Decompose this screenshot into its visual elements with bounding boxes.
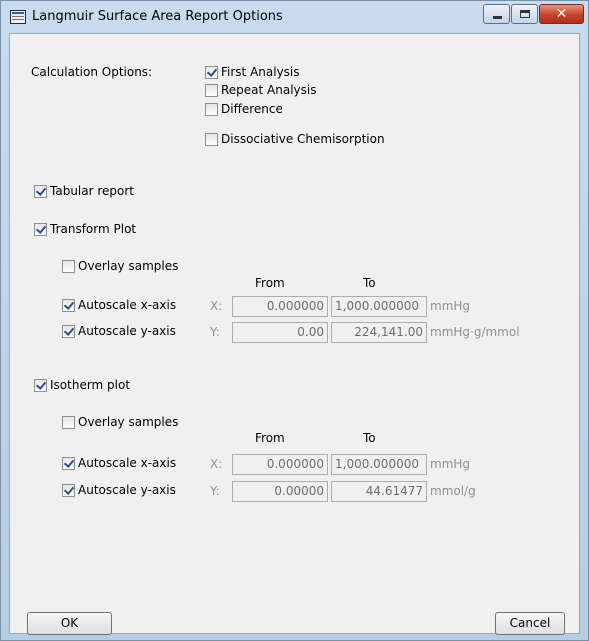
repeat-analysis-checkbox[interactable]: Repeat Analysis	[205, 83, 317, 97]
transform-overlay-samples-checkbox[interactable]: Overlay samples	[62, 259, 178, 273]
maximize-button[interactable]	[511, 4, 538, 24]
isotherm-overlay-samples-checkbox[interactable]: Overlay samples	[62, 415, 178, 429]
isotherm-autoscale-x-label: Autoscale x-axis	[78, 456, 177, 470]
checkbox-checked-icon	[62, 298, 75, 312]
checkbox-unchecked-icon	[62, 415, 75, 429]
isotherm-overlay-samples-label: Overlay samples	[78, 415, 179, 429]
isotherm-autoscale-y-label: Autoscale y-axis	[78, 483, 176, 497]
window-controls: ✕	[483, 4, 584, 24]
checkbox-checked-icon	[62, 483, 75, 497]
dissociative-chemisorption-label: Dissociative Chemisorption	[221, 132, 385, 146]
tabular-report-label: Tabular report	[50, 184, 135, 198]
transform-autoscale-y-label: Autoscale y-axis	[78, 324, 176, 338]
first-analysis-checkbox[interactable]: First Analysis	[205, 65, 300, 79]
transform-plot-checkbox[interactable]: Transform Plot	[34, 222, 136, 236]
isotherm-to-header: To	[363, 431, 376, 445]
transform-to-header: To	[363, 276, 376, 290]
transform-overlay-samples-label: Overlay samples	[78, 259, 179, 273]
isotherm-y-to-field[interactable]: 44.61477	[331, 481, 427, 502]
checkbox-checked-icon	[205, 65, 218, 79]
close-button[interactable]: ✕	[539, 4, 584, 24]
cancel-button[interactable]: Cancel	[495, 612, 565, 635]
transform-x-to-field[interactable]: 1,000.000000	[331, 296, 427, 317]
isotherm-y-unit: mmol/g	[430, 484, 476, 498]
difference-checkbox[interactable]: Difference	[205, 102, 283, 116]
checkbox-checked-icon	[34, 222, 47, 236]
first-analysis-label: First Analysis	[221, 65, 300, 79]
isotherm-from-header: From	[255, 431, 285, 445]
ok-button[interactable]: OK	[27, 612, 112, 635]
isotherm-x-from-field[interactable]: 0.000000	[232, 454, 328, 475]
difference-label: Difference	[221, 102, 283, 116]
minimize-icon	[493, 16, 502, 19]
transform-x-unit: mmHg	[430, 299, 471, 313]
checkbox-checked-icon	[34, 378, 47, 392]
tabular-report-checkbox[interactable]: Tabular report	[34, 184, 134, 198]
transform-x-from-field[interactable]: 0.000000	[232, 296, 328, 317]
maximize-icon	[520, 10, 530, 18]
isotherm-plot-checkbox[interactable]: Isotherm plot	[34, 378, 130, 392]
options-panel: Calculation Options: First Analysis Repe…	[10, 34, 579, 581]
transform-y-unit: mmHg·g/mmol	[430, 325, 520, 339]
isotherm-plot-label: Isotherm plot	[50, 378, 131, 392]
window-app-icon	[10, 10, 26, 24]
checkbox-checked-icon	[62, 456, 75, 470]
isotherm-autoscale-y-checkbox[interactable]: Autoscale y-axis	[62, 483, 176, 497]
window-title: Langmuir Surface Area Report Options	[32, 9, 283, 24]
transform-y-from-field[interactable]: 0.00	[232, 322, 328, 343]
checkbox-unchecked-icon	[205, 132, 218, 146]
isotherm-y-axis-label: Y:	[210, 484, 220, 498]
button-bar: OK Cancel	[10, 580, 579, 635]
transform-x-axis-label: X:	[210, 299, 223, 313]
transform-y-axis-label: Y:	[210, 325, 220, 339]
transform-plot-label: Transform Plot	[50, 222, 137, 236]
dialog-client-area: Calculation Options: First Analysis Repe…	[9, 33, 580, 635]
title-bar[interactable]: Langmuir Surface Area Report Options ✕	[1, 1, 588, 33]
dialog-window: Langmuir Surface Area Report Options ✕ C…	[0, 0, 589, 641]
checkbox-unchecked-icon	[205, 83, 218, 97]
minimize-button[interactable]	[483, 4, 510, 24]
isotherm-x-to-field[interactable]: 1,000.000000	[331, 454, 427, 475]
close-icon: ✕	[555, 6, 568, 22]
transform-autoscale-x-checkbox[interactable]: Autoscale x-axis	[62, 298, 176, 312]
isotherm-autoscale-x-checkbox[interactable]: Autoscale x-axis	[62, 456, 176, 470]
transform-y-to-field[interactable]: 224,141.00	[331, 322, 427, 343]
checkbox-checked-icon	[62, 324, 75, 338]
transform-autoscale-x-label: Autoscale x-axis	[78, 298, 177, 312]
checkbox-checked-icon	[34, 184, 47, 198]
transform-autoscale-y-checkbox[interactable]: Autoscale y-axis	[62, 324, 176, 338]
transform-from-header: From	[255, 276, 285, 290]
repeat-analysis-label: Repeat Analysis	[221, 83, 317, 97]
dissociative-chemisorption-checkbox[interactable]: Dissociative Chemisorption	[205, 132, 385, 146]
isotherm-y-from-field[interactable]: 0.00000	[232, 481, 328, 502]
checkbox-unchecked-icon	[205, 102, 218, 116]
checkbox-unchecked-icon	[62, 259, 75, 273]
calculation-options-label: Calculation Options:	[31, 65, 153, 79]
isotherm-x-unit: mmHg	[430, 457, 471, 471]
isotherm-x-axis-label: X:	[210, 457, 223, 471]
